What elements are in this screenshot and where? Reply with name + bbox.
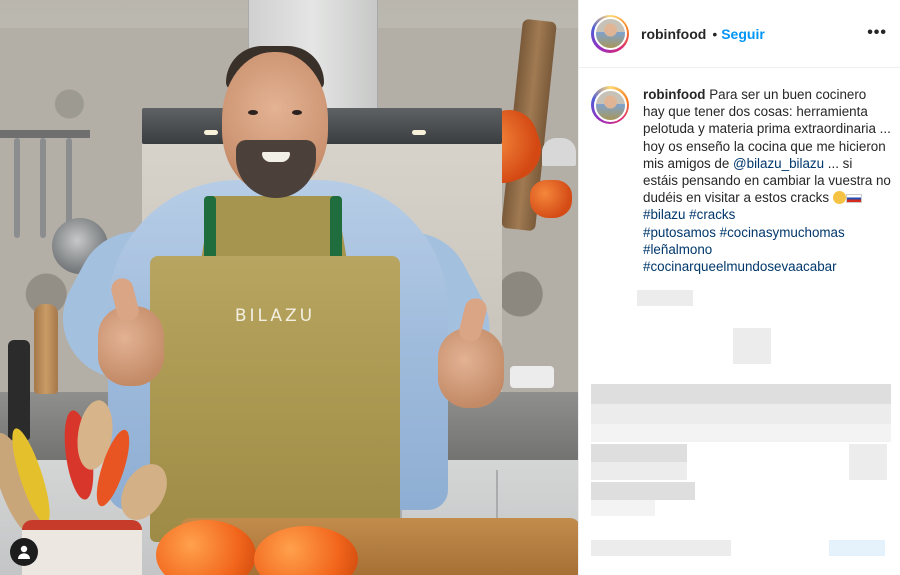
hashtag-link[interactable]: #cracks: [689, 207, 735, 222]
blurred-content: [849, 444, 887, 480]
separator-dot: •: [712, 25, 718, 42]
hood-light: [204, 130, 218, 135]
post-sidebar: robinfood • Seguir ••• robinfood Para se…: [578, 0, 900, 575]
avatar-image: [593, 88, 627, 122]
hashtag-link[interactable]: #putosamos #cocinasymuchomas: [643, 225, 845, 240]
blurred-comment: [591, 462, 687, 480]
utensil-crock: [22, 520, 142, 575]
blurred-comment: [591, 444, 687, 462]
wall-socket: [510, 366, 554, 388]
post-photo[interactable]: BILAZU: [0, 0, 578, 575]
post-header: robinfood • Seguir •••: [579, 0, 900, 68]
apron: [150, 256, 400, 542]
blurred-content: [733, 328, 771, 364]
blurred-link: [829, 540, 885, 556]
blurred-comment: [591, 540, 731, 556]
caption-comment: robinfood Para ser un buen cocinero hay …: [591, 86, 891, 275]
avatar[interactable]: [591, 14, 629, 53]
apron-logo: BILAZU: [234, 306, 316, 326]
person-icon: [18, 545, 30, 559]
blurred-comment: [591, 500, 655, 516]
pendant-lamp: [542, 138, 576, 166]
bottle: [8, 340, 30, 440]
blurred-comment: [591, 384, 891, 404]
smile: [262, 152, 290, 162]
utensil: [14, 138, 20, 238]
eye: [292, 110, 302, 115]
eye: [248, 110, 258, 115]
hood-light: [412, 130, 426, 135]
blurred-comment: [591, 482, 695, 500]
orange-mug: [530, 180, 572, 218]
mention-link[interactable]: @bilazu_bilazu: [733, 156, 824, 171]
utensil-rack: [0, 130, 90, 138]
caption-text: robinfood Para ser un buen cocinero hay …: [643, 86, 891, 275]
flag-icon: [845, 194, 862, 204]
avatar-image: [593, 17, 627, 50]
blurred-timestamp: [637, 290, 693, 306]
pepper-mill: [34, 304, 58, 394]
blurred-comment: [591, 404, 891, 424]
follow-button[interactable]: Seguir: [721, 26, 765, 42]
caption-username[interactable]: robinfood: [643, 87, 705, 102]
username-link[interactable]: robinfood: [641, 26, 706, 42]
utensil: [40, 138, 46, 238]
hashtag-link[interactable]: #cocinarqueelmundosevaacabar: [643, 259, 837, 274]
blurred-comment: [591, 424, 891, 442]
hashtag-link[interactable]: #bilazu: [643, 207, 685, 222]
tagged-user-button[interactable]: [10, 538, 38, 566]
avatar[interactable]: [591, 86, 629, 124]
more-options-icon[interactable]: •••: [867, 24, 887, 42]
smiling-emoji-icon: [832, 191, 846, 205]
hashtag-link[interactable]: #leñalmono: [643, 242, 712, 257]
